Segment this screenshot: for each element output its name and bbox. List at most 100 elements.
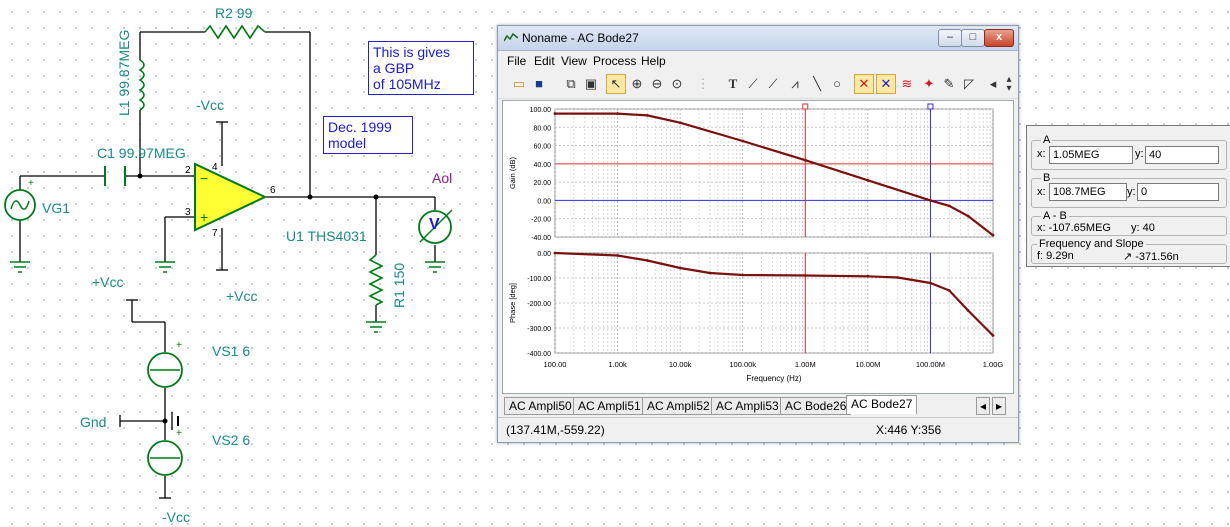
tab-ac-ampli52[interactable]: AC Ampli52: [642, 397, 715, 415]
pin-6-label: 6: [270, 185, 276, 196]
phase-y-tick-label: 0.00: [537, 251, 551, 258]
tab-bar: AC Ampli50 AC Ampli51 AC Ampli52 AC Ampl…: [502, 395, 1012, 415]
gain-y-tick-label: 80.00: [533, 125, 551, 132]
cursor-ba-icon[interactable]: ✕: [876, 74, 896, 94]
slope-value: ↗ -371.56n: [1123, 251, 1179, 263]
phase-data-point: [741, 273, 745, 277]
x-tick-label: 10.00M: [855, 360, 880, 369]
gnd-label: Gnd: [80, 414, 107, 430]
pen-icon[interactable]: ✎: [940, 75, 958, 93]
close-button[interactable]: x: [984, 29, 1014, 47]
phase-y-tick-label: -200.00: [527, 301, 551, 308]
spin-icon[interactable]: ▴ ▾: [1000, 75, 1018, 94]
slope-icon[interactable]: ⩘: [786, 75, 804, 93]
voltmeter-glyph: V: [429, 216, 440, 233]
pin-7-label: 7: [212, 228, 218, 239]
vs1-plus-sign: +: [176, 340, 182, 351]
tab-ac-ampli53[interactable]: AC Ampli53: [711, 397, 784, 415]
tab-scroll-left-button[interactable]: ◂: [976, 397, 991, 415]
curve-add-icon[interactable]: ≋: [898, 75, 916, 93]
phase-y-axis-label: Phase [deg]: [508, 283, 517, 323]
cursor-b-marker: [927, 103, 934, 110]
phase-data-point: [646, 259, 649, 262]
gbp-note-line: a GBP: [373, 60, 415, 76]
model-note[interactable]: Dec. 1999 model: [323, 116, 413, 154]
gain-y-axis-label: Gain (dB): [508, 156, 517, 189]
maximize-button[interactable]: □: [961, 29, 985, 47]
r2-label: R2 99: [215, 5, 253, 21]
model-note-line: model: [328, 135, 367, 151]
gain-y-tick-label: -40.00: [531, 235, 551, 242]
gbp-note[interactable]: This is gives a GBP of 105MHz: [368, 41, 474, 95]
menu-edit[interactable]: Edit: [534, 54, 555, 68]
triangle-icon[interactable]: ◸: [960, 75, 978, 93]
menu-help[interactable]: Help: [641, 54, 666, 68]
cursor-ab-icon[interactable]: ✕: [854, 74, 874, 94]
paste-icon[interactable]: ▣: [582, 75, 600, 93]
menu-view[interactable]: View: [561, 54, 587, 68]
app-icon: [504, 32, 518, 42]
gain-data-point: [991, 233, 995, 237]
vg1-label: VG1: [42, 200, 71, 216]
text-icon[interactable]: T: [724, 75, 742, 93]
circle-icon[interactable]: ○: [828, 75, 846, 93]
open-icon[interactable]: ▭: [510, 75, 528, 93]
bode-plot-area[interactable]: 100.00 80.00 60.00 40.00 20.00 0.00 -20.00 -40.…: [502, 100, 1014, 394]
tab-ac-bode27[interactable]: AC Bode27: [846, 395, 918, 414]
copy-icon[interactable]: ⧉: [562, 75, 580, 93]
pointer-icon[interactable]: ↖: [606, 74, 626, 94]
gain-data-point: [741, 139, 745, 143]
gain-data-point: [929, 199, 932, 202]
gain-data-point: [966, 214, 970, 218]
menu-file[interactable]: File: [507, 54, 526, 68]
x-tick-label: 10.00k: [669, 360, 692, 369]
gain-data-point: [803, 158, 807, 162]
frequency-slope-title: Frequency and Slope: [1037, 238, 1146, 250]
phase-data-point: [966, 309, 970, 312]
title-bar[interactable]: Noname - AC Bode27 – □ x: [498, 26, 1018, 51]
u1-label: U1 THS4031: [286, 228, 367, 244]
cursor-b-icon[interactable]: ⟋: [764, 75, 782, 93]
cursor-a-y-input[interactable]: 40: [1145, 146, 1219, 164]
cursor-diff-y: y: 40: [1131, 222, 1155, 234]
marker-icon[interactable]: ✦: [920, 75, 938, 93]
phase-data-point: [991, 334, 995, 337]
minimize-button[interactable]: –: [938, 29, 962, 47]
cursor-a-icon[interactable]: ⟋: [744, 75, 762, 93]
phase-data-point: [553, 251, 557, 255]
x-tick-label: 1.00G: [983, 360, 1004, 369]
pin-4-label: 4: [212, 162, 218, 173]
gbp-note-line: of 105MHz: [373, 76, 441, 92]
tab-ac-ampli51[interactable]: AC Ampli51: [573, 397, 646, 415]
l1-label: L1 99.87MEG: [116, 29, 132, 116]
cursor-a-title: A: [1041, 134, 1053, 146]
gain-y-tick-label: -20.00: [531, 217, 551, 224]
neg-vcc-supply-label: -Vcc: [162, 509, 190, 525]
zoom-fit-icon[interactable]: ⊙: [668, 75, 686, 93]
cursor-panel: A x: 1.05MEG y: 40 B x: 108.7MEG y: 0 A …: [1026, 125, 1230, 267]
svg-text:−: −: [200, 170, 208, 186]
phase-y-tick-label: -400.00: [527, 351, 551, 358]
tab-ac-bode26[interactable]: AC Bode26: [780, 397, 852, 415]
pos-vcc-supply-label: +Vcc: [92, 274, 124, 290]
cursor-a-x-label: x:: [1037, 148, 1046, 160]
cursor-b-y-label: y:: [1127, 186, 1136, 198]
save-icon[interactable]: ■: [530, 75, 548, 93]
phase-y-tick-label: -100.00: [527, 276, 551, 283]
grid-icon[interactable]: ⋮: [694, 75, 712, 93]
cursor-b-y-input[interactable]: 0: [1137, 183, 1219, 201]
model-note-line: Dec. 1999: [328, 119, 392, 135]
neg-vcc-top-label: -Vcc: [196, 97, 224, 113]
zoom-out-icon[interactable]: ⊖: [648, 75, 666, 93]
tab-ac-ampli50[interactable]: AC Ampli50: [504, 397, 577, 415]
cursor-a-x-input[interactable]: 1.05MEG: [1049, 146, 1133, 164]
gbp-note-line: This is gives: [373, 44, 451, 60]
cursor-a-y-label: y:: [1135, 148, 1144, 160]
menu-process[interactable]: Process: [593, 54, 636, 68]
cursor-b-x-input[interactable]: 108.7MEG: [1049, 183, 1127, 201]
line-icon[interactable]: ╲: [808, 75, 826, 93]
x-tick-label: 100.00k: [729, 360, 756, 369]
zoom-in-icon[interactable]: ⊕: [628, 75, 646, 93]
tab-scroll-right-button[interactable]: ▸: [992, 397, 1007, 415]
gain-data-point: [678, 121, 682, 125]
